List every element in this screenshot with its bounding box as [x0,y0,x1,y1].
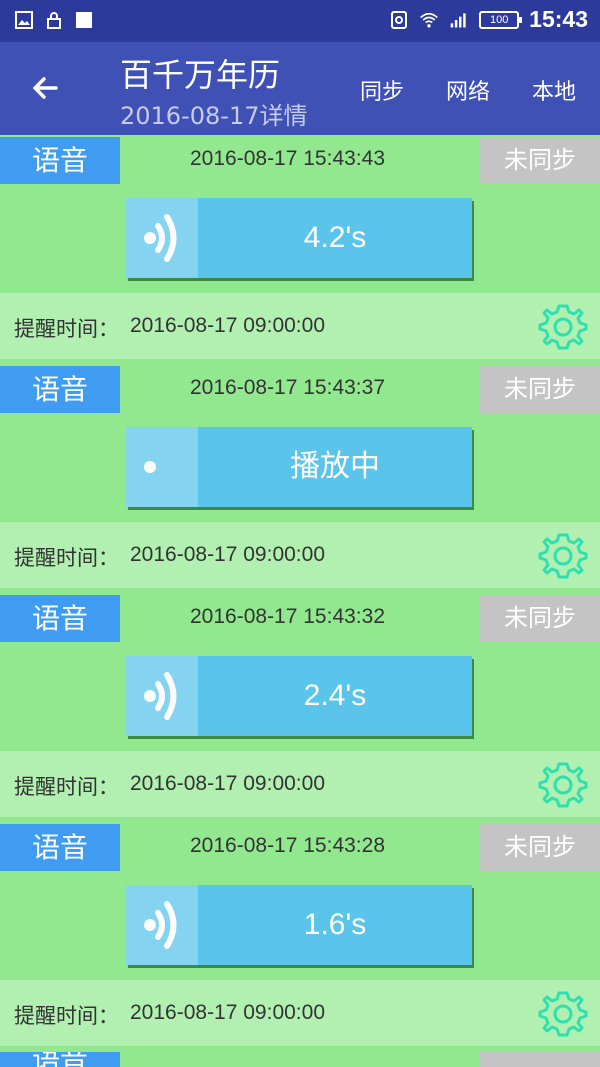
list-item: 语音 2016-08-17 15:43:43 未同步 4.2's 提醒时间： 2… [0,135,600,364]
page-subtitle: 2016-08-17详情 [120,102,308,130]
remind-label: 提醒时间： [14,546,119,570]
gear-icon[interactable] [538,302,588,352]
local-action-button[interactable]: 本地 [532,74,576,106]
remind-row: 提醒时间： 2016-08-17 09:00:00 [0,293,600,359]
play-voice-button[interactable]: 2.4's [126,656,472,736]
memo-type-tag: 语音 [0,1052,120,1067]
battery-indicator: 100 [479,10,523,29]
app-bar: 百千万年历 2016-08-17详情 同步 网络 本地 [0,42,600,135]
wifi-icon [420,12,439,27]
voice-duration: 播放中 [290,450,380,483]
status-right-icons: 100 15:43 [389,6,588,33]
page-title: 百千万年历 [120,56,281,94]
voice-wave-icon [126,427,198,507]
remind-label: 提醒时间： [14,1004,119,1028]
square-icon [76,12,92,28]
gallery-icon [15,11,33,29]
memo-timestamp: 2016-08-17 15:43:28 [190,834,385,857]
voice-wave-icon [126,885,198,965]
memo-type-tag: 语音 [0,824,120,871]
list-item: 语音 2016-08-17 15:43:28 未同步 1.6's 提醒时间： 2… [0,822,600,1051]
memo-timestamp: 2016-08-17 15:43:43 [190,147,385,170]
status-bar: 100 15:43 [0,0,600,42]
sync-status-badge [480,1052,600,1067]
voice-duration: 4.2's [303,221,367,254]
remind-time: 2016-08-17 09:00:00 [130,772,325,795]
voice-wave-svg [144,901,177,949]
gear-icon[interactable] [538,989,588,1039]
voice-duration: 1.6's [303,908,367,941]
voice-wave-svg [144,672,177,720]
back-arrow-icon[interactable] [26,68,66,108]
memo-timestamp: 2016-08-17 15:43:37 [190,376,385,399]
voice-memo-list: 语音 2016-08-17 15:43:43 未同步 4.2's 提醒时间： 2… [0,135,600,1051]
voice-duration: 2.4's [303,679,367,712]
remind-row: 提醒时间： 2016-08-17 09:00:00 [0,980,600,1046]
memo-type-tag: 语音 [0,595,120,642]
play-voice-button[interactable]: 4.2's [126,198,472,278]
sync-status-badge[interactable]: 未同步 [480,137,600,184]
status-left-icons [14,10,94,30]
signal-icon [450,12,466,27]
sync-status-badge[interactable]: 未同步 [480,366,600,413]
sim-icon [391,10,408,29]
sync-action-button[interactable]: 同步 [360,74,404,106]
remind-time: 2016-08-17 09:00:00 [130,543,325,566]
remind-time: 2016-08-17 09:00:00 [130,314,325,337]
gear-icon[interactable] [538,760,588,810]
list-item: 语音 2016-08-17 15:43:32 未同步 2.4's 提醒时间： 2… [0,593,600,822]
sync-status-badge[interactable]: 未同步 [480,595,600,642]
voice-wave-icon [126,198,198,278]
partial-list-item: 语音 [0,1052,600,1067]
voice-wave-svg [144,214,177,262]
remind-label: 提醒时间： [14,775,119,799]
list-item: 语音 2016-08-17 15:43:37 未同步 播放中 提醒时间： 201… [0,364,600,593]
lock-icon [47,12,61,29]
gear-icon[interactable] [538,531,588,581]
memo-type-tag: 语音 [0,137,120,184]
voice-wave-svg [144,461,156,473]
remind-time: 2016-08-17 09:00:00 [130,1001,325,1024]
play-voice-button[interactable]: 1.6's [126,885,472,965]
play-voice-button[interactable]: 播放中 [126,427,472,507]
status-time: 15:43 [529,6,588,32]
remind-label: 提醒时间： [14,317,119,341]
voice-wave-icon [126,656,198,736]
memo-type-tag: 语音 [0,366,120,413]
remind-row: 提醒时间： 2016-08-17 09:00:00 [0,751,600,817]
sync-status-badge[interactable]: 未同步 [480,824,600,871]
remind-row: 提醒时间： 2016-08-17 09:00:00 [0,522,600,588]
network-action-button[interactable]: 网络 [446,74,490,106]
memo-timestamp: 2016-08-17 15:43:32 [190,605,385,628]
